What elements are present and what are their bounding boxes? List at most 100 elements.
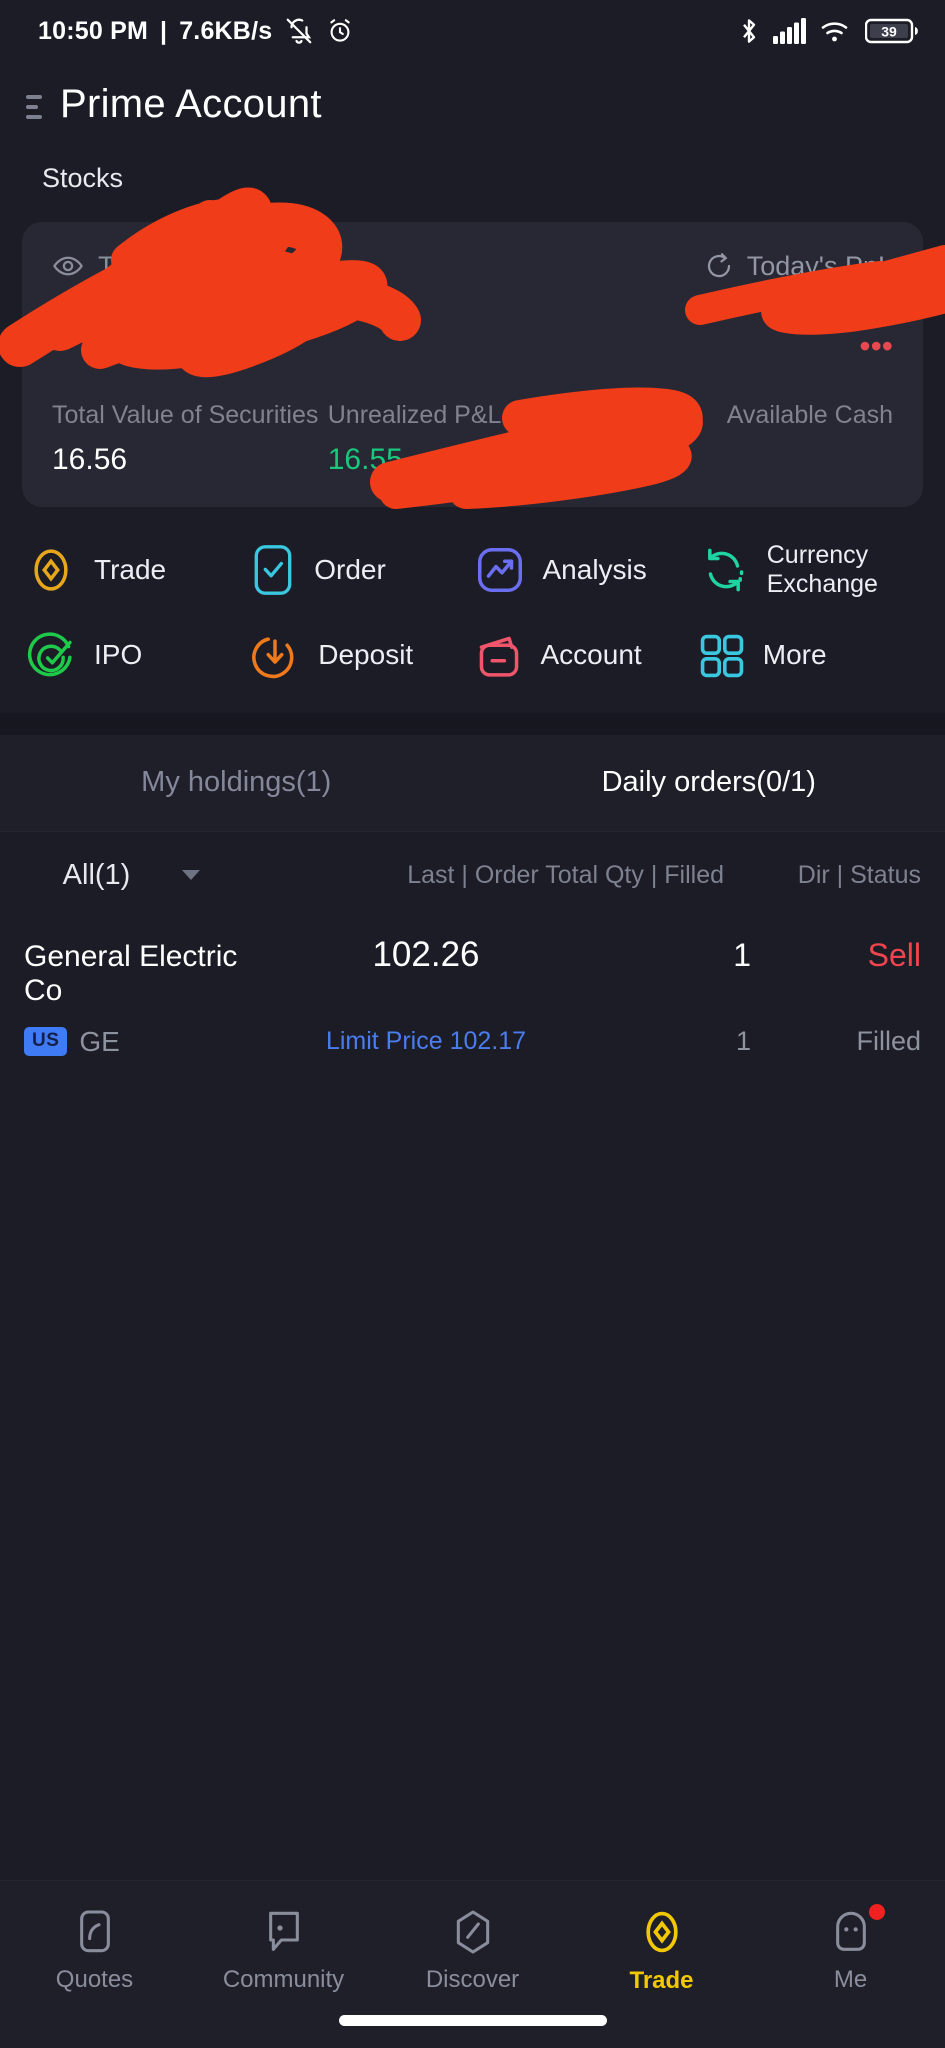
quick-action-trade[interactable]: Trade (24, 543, 248, 597)
quick-actions-row-1: Trade Order Analysis Currency Exchange (24, 541, 921, 599)
tab-daily-orders[interactable]: Daily orders(0/1) (473, 766, 945, 799)
stat-value: 16.56 (52, 443, 128, 476)
quick-action-analysis[interactable]: Analysis (473, 543, 697, 597)
quick-action-more[interactable]: More (697, 631, 921, 681)
balance-card: Total Assets USD Today's PnL •••••• ••• … (22, 222, 923, 507)
discover-compass-icon (451, 1908, 495, 1956)
status-bar: 10:50 PM | 7.6KB/s 39 (0, 0, 945, 62)
quick-actions: Trade Order Analysis Currency Exchange I… (0, 507, 945, 683)
holdings-orders-tabs: My holdings(1) Daily orders(0/1) (0, 734, 945, 831)
order-checklist-icon (248, 543, 298, 597)
nav-label: Community (222, 1966, 345, 1993)
order-row-secondary: US GE Limit Price 102.17 1 Filled (24, 1026, 921, 1058)
total-assets-selector[interactable]: Total Assets USD (52, 250, 343, 282)
notification-badge-dot (868, 1904, 885, 1920)
todays-pnl-header: Today's PnL (704, 251, 893, 282)
order-total-qty: 1 (733, 936, 751, 973)
order-type-price: Limit Price 102.17 (325, 1027, 527, 1055)
deposit-arrow-icon (248, 629, 302, 683)
todays-pnl-value: ••• (859, 328, 893, 364)
section-divider (0, 712, 945, 735)
more-grid-icon (697, 631, 747, 681)
quick-action-label: Order (314, 553, 386, 585)
stat-total-value-securities: Total Value of Securities 16.56 (52, 399, 328, 477)
quotes-phone-icon (74, 1908, 116, 1956)
quick-action-label: Currency Exchange (766, 541, 878, 598)
nav-item-community[interactable]: Community (189, 1908, 378, 1994)
quick-action-label: IPO (94, 639, 143, 671)
home-indicator (338, 2015, 607, 2026)
order-symbol-cell: US GE (24, 1026, 261, 1058)
status-network-speed: 7.6KB/s (179, 16, 273, 45)
nav-item-trade[interactable]: Trade (567, 1907, 756, 1995)
balance-stats: Total Value of Securities 16.56 Unrealiz… (52, 399, 893, 477)
quick-action-deposit[interactable]: Deposit (248, 629, 472, 683)
quick-action-ipo[interactable]: IPO (24, 629, 248, 683)
svg-text:39: 39 (881, 24, 897, 40)
balance-values-row: •••••• ••• (52, 300, 893, 365)
total-assets-label: Total Assets USD (98, 250, 307, 281)
order-company-name: General Electric Co (24, 939, 238, 1007)
quick-actions-row-2: IPO Deposit Account More (24, 629, 921, 683)
ipo-target-icon (24, 629, 78, 683)
refresh-icon[interactable] (704, 251, 734, 281)
balance-card-header: Total Assets USD Today's PnL (52, 250, 893, 282)
analysis-chart-icon (473, 543, 527, 597)
quick-action-label: Analysis (542, 553, 647, 585)
quick-action-label: Trade (94, 553, 167, 585)
status-bar-right: 39 (738, 16, 919, 46)
app-screen: 10:50 PM | 7.6KB/s 39 Prime Account Stoc… (0, 0, 945, 2048)
cellular-signal-icon (773, 18, 807, 44)
battery-icon: 39 (865, 17, 919, 45)
nav-label: Me (833, 1966, 868, 1993)
total-assets-value: •••••• (52, 301, 176, 364)
orders-filter-dropdown[interactable]: All(1) (24, 859, 239, 892)
me-avatar-icon (829, 1908, 873, 1956)
order-last-price: 102.26 (372, 934, 480, 974)
nav-label: Trade (629, 1967, 694, 1994)
eye-visible-icon[interactable] (52, 250, 84, 282)
bottom-navigation: Quotes Community Discover Trade Me (0, 1880, 945, 2048)
nav-item-me[interactable]: Me (756, 1904, 945, 1994)
nav-label: Discover (425, 1966, 520, 1993)
bell-muted-icon (284, 16, 314, 46)
order-status: Filled (856, 1026, 921, 1056)
order-symbol: GE (79, 1025, 120, 1057)
status-time: 10:50 PM (38, 16, 148, 45)
quick-action-account[interactable]: Account (473, 629, 697, 683)
order-direction: Sell (867, 936, 921, 973)
section-label-stocks: Stocks (42, 163, 124, 193)
tab-my-holdings[interactable]: My holdings(1) (0, 766, 473, 799)
page-header: Prime Account (0, 62, 945, 127)
currency-exchange-icon (697, 543, 751, 597)
stat-available-cash: Available Cash (617, 399, 893, 477)
quick-action-label: Account (540, 639, 642, 671)
chevron-down-icon[interactable] (182, 870, 201, 880)
stat-label: Available Cash (726, 401, 893, 429)
order-filled-qty: 1 (735, 1026, 751, 1056)
nav-item-discover[interactable]: Discover (378, 1908, 567, 1994)
quick-action-label: More (762, 639, 827, 671)
todays-pnl-label: Today's PnL (746, 250, 893, 281)
orders-filter-label: All(1) (62, 858, 131, 891)
stat-label: Total Value of Securities (52, 401, 319, 429)
wifi-icon (820, 18, 852, 44)
community-chat-icon (262, 1908, 306, 1956)
chevron-down-icon[interactable] (324, 261, 343, 271)
quick-action-order[interactable]: Order (248, 543, 472, 597)
alarm-clock-icon (326, 17, 354, 45)
status-separator: | (160, 16, 168, 45)
trade-diamond-icon (639, 1907, 685, 1957)
orders-table-header: All(1) Last | Order Total Qty | Filled D… (0, 830, 945, 919)
stat-label: Unrealized P&L(USD) (327, 401, 571, 429)
stat-unrealized-pl: Unrealized P&L(USD) 16.55 (328, 399, 618, 477)
quick-action-currency-exchange[interactable]: Currency Exchange (697, 541, 921, 599)
market-badge: US (24, 1027, 68, 1056)
page-title: Prime Account (60, 82, 322, 126)
nav-item-quotes[interactable]: Quotes (0, 1908, 189, 1994)
orders-header-right: Dir | Status (797, 860, 921, 889)
hamburger-menu-icon[interactable] (26, 91, 42, 119)
bluetooth-icon (738, 16, 760, 46)
table-row[interactable]: General Electric Co 102.26 1 Sell US GE L… (0, 919, 945, 1058)
stat-value: 16.55 (327, 443, 403, 476)
